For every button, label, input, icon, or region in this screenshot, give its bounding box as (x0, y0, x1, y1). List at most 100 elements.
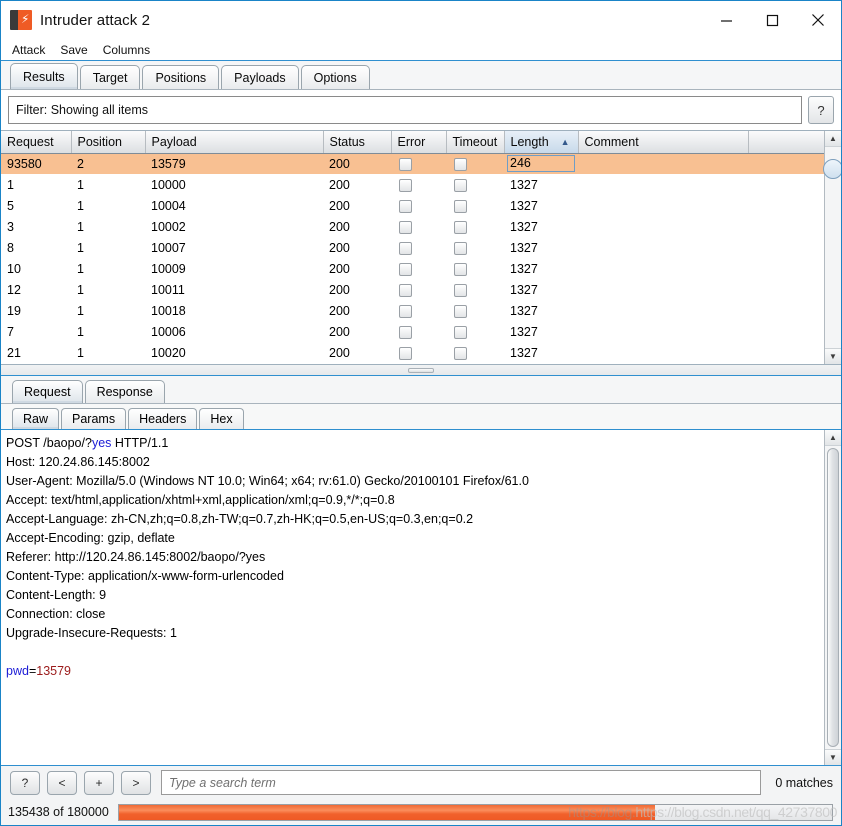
column-header-comment[interactable]: Comment (578, 131, 749, 154)
menu-item-attack[interactable]: Attack (9, 41, 52, 59)
timeout-checkbox[interactable] (454, 157, 467, 171)
request-token: Accept: text/html,application/xhtml+xml,… (6, 493, 395, 507)
table-row[interactable]: 3 1 10002 200 1327 (1, 216, 824, 237)
tab-response[interactable]: Response (84, 380, 165, 403)
request-token: 13579 (36, 664, 72, 678)
cell-payload: 10018 (151, 303, 186, 318)
cell-position: 1 (77, 177, 84, 192)
column-header-request[interactable]: Request (1, 131, 72, 154)
column-header-position[interactable]: Position (71, 131, 146, 154)
burp-suite-icon: ⚡ (10, 10, 32, 30)
search-row: ? < + > Type a search term 0 matches (1, 765, 841, 799)
timeout-checkbox[interactable] (454, 241, 467, 255)
timeout-checkbox[interactable] (454, 220, 467, 234)
cell-payload: 10007 (151, 240, 186, 255)
minimize-button[interactable] (703, 1, 749, 39)
tab-raw[interactable]: Raw (12, 408, 60, 429)
column-header-length[interactable]: Length ▲ (504, 131, 579, 154)
cell-comment (578, 216, 748, 237)
results-panel: Filter: Showing all items ? Request Posi… (1, 90, 841, 799)
search-help-icon[interactable]: ? (10, 770, 40, 795)
cell-comment (578, 153, 748, 174)
maximize-button[interactable] (749, 1, 795, 39)
request-line: POST /baopo/?yes HTTP/1.1 (6, 434, 824, 453)
column-header-payload[interactable]: Payload (145, 131, 324, 154)
timeout-checkbox[interactable] (454, 304, 467, 318)
filter-row: Filter: Showing all items ? (1, 90, 841, 130)
tab-params[interactable]: Params (61, 408, 127, 429)
error-checkbox[interactable] (399, 199, 412, 213)
error-checkbox[interactable] (399, 325, 412, 339)
table-row[interactable]: 1 1 10000 200 1327 (1, 174, 824, 195)
tab-request[interactable]: Request (12, 380, 83, 403)
timeout-checkbox[interactable] (454, 283, 467, 297)
results-scroll-thumb[interactable] (823, 159, 841, 179)
error-checkbox[interactable] (399, 346, 412, 360)
editor-scroll-down-icon[interactable]: ▼ (825, 749, 841, 765)
filter-bar[interactable]: Filter: Showing all items (8, 96, 802, 124)
splitter-grip[interactable] (408, 367, 434, 373)
filter-help-icon[interactable]: ? (808, 96, 834, 124)
timeout-checkbox[interactable] (454, 325, 467, 339)
table-row[interactable]: 93580 2 13579 200 246 (1, 153, 824, 174)
cell-filler (748, 153, 824, 174)
table-row[interactable]: 12 1 10011 200 1327 (1, 279, 824, 300)
search-previous-button[interactable]: < (47, 770, 77, 795)
results-scroll-track[interactable] (823, 147, 841, 348)
close-button[interactable] (795, 1, 841, 39)
error-checkbox[interactable] (399, 283, 412, 297)
error-checkbox[interactable] (399, 178, 412, 192)
cell-error (391, 342, 446, 363)
request-line: Accept-Encoding: gzip, deflate (6, 529, 824, 548)
results-table: Request Position Payload Status Error Ti… (1, 131, 824, 363)
cell-timeout (446, 342, 504, 363)
panel-splitter[interactable] (1, 365, 841, 376)
cell-error (391, 216, 446, 237)
request-token: User-Agent: Mozilla/5.0 (Windows NT 10.0… (6, 474, 529, 488)
error-checkbox[interactable] (399, 304, 412, 318)
column-header-status[interactable]: Status (323, 131, 392, 154)
tab-options[interactable]: Options (300, 65, 370, 89)
menu-item-columns[interactable]: Columns (100, 41, 157, 59)
tab-positions[interactable]: Positions (142, 65, 220, 89)
editor-vertical-scrollbar[interactable]: ▲ ▼ (824, 430, 841, 765)
cell-request: 8 (7, 240, 14, 255)
search-input[interactable]: Type a search term (161, 770, 762, 795)
timeout-checkbox[interactable] (454, 346, 467, 360)
cell-timeout (446, 174, 504, 195)
editor-scroll-thumb[interactable] (827, 448, 839, 747)
error-checkbox[interactable] (399, 241, 412, 255)
scroll-up-icon[interactable]: ▲ (825, 131, 841, 147)
column-header-timeout[interactable]: Timeout (446, 131, 505, 154)
cell-filler (748, 195, 824, 216)
request-raw-editor[interactable]: POST /baopo/?yes HTTP/1.1 Host: 120.24.86… (1, 430, 824, 765)
table-row[interactable]: 7 1 10006 200 1327 (1, 321, 824, 342)
menu-item-save[interactable]: Save (57, 41, 94, 59)
error-checkbox[interactable] (399, 220, 412, 234)
search-next-button[interactable]: > (121, 770, 151, 795)
cell-length: 1327 (510, 345, 538, 360)
window-controls (703, 1, 841, 39)
tab-headers[interactable]: Headers (128, 408, 198, 429)
tab-results[interactable]: Results (10, 63, 78, 89)
table-row[interactable]: 10 1 10009 200 1327 (1, 258, 824, 279)
error-checkbox[interactable] (399, 157, 412, 171)
table-row[interactable]: 19 1 10018 200 1327 (1, 300, 824, 321)
table-row[interactable]: 5 1 10004 200 1327 (1, 195, 824, 216)
editor-scroll-up-icon[interactable]: ▲ (825, 430, 841, 446)
column-header-error[interactable]: Error (391, 131, 447, 154)
table-row[interactable]: 21 1 10020 200 1327 (1, 342, 824, 363)
timeout-checkbox[interactable] (454, 262, 467, 276)
table-row[interactable]: 8 1 10007 200 1327 (1, 237, 824, 258)
tab-hex[interactable]: Hex (199, 408, 244, 429)
timeout-checkbox[interactable] (454, 178, 467, 192)
error-checkbox[interactable] (399, 262, 412, 276)
scroll-down-icon[interactable]: ▼ (825, 348, 841, 364)
search-add-button[interactable]: + (84, 770, 114, 795)
tab-payloads[interactable]: Payloads (221, 65, 299, 89)
editor-scroll-track[interactable] (825, 446, 841, 749)
tab-target[interactable]: Target (79, 65, 141, 89)
timeout-checkbox[interactable] (454, 199, 467, 213)
cell-timeout (446, 153, 504, 174)
results-vertical-scrollbar[interactable]: ▲ ▼ (823, 131, 841, 364)
